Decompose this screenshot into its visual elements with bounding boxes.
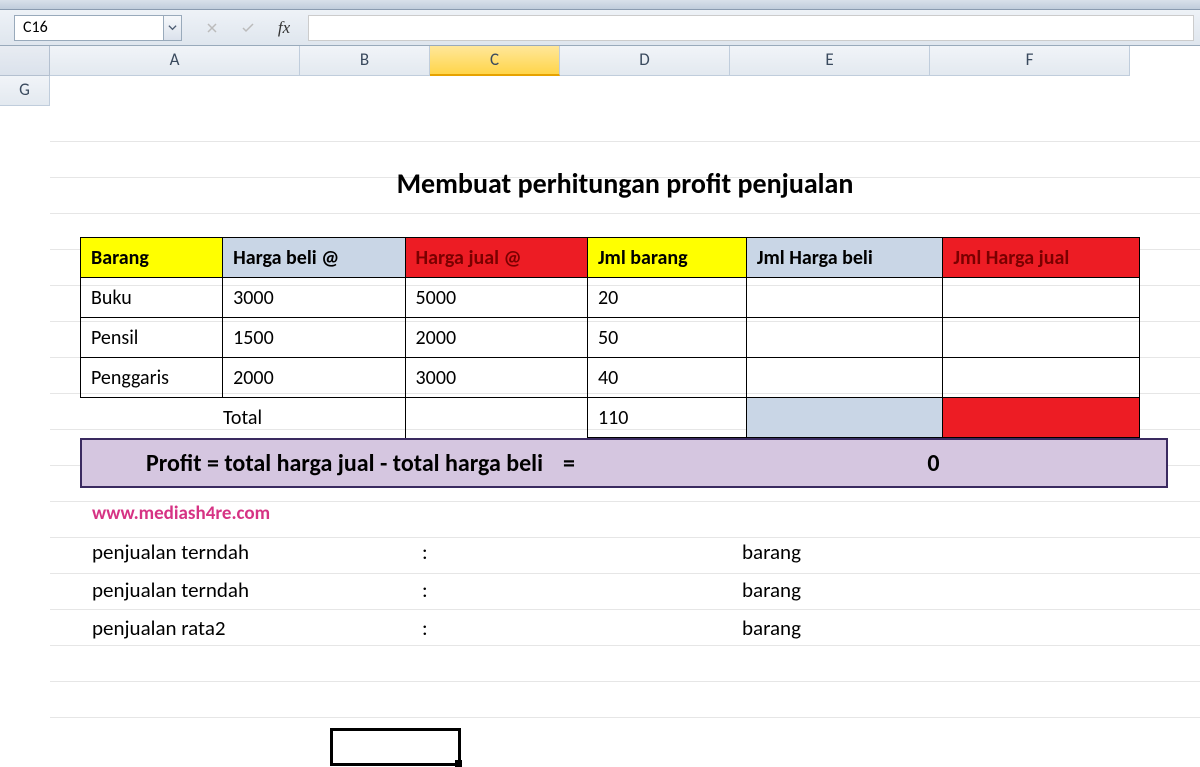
chevron-down-icon <box>168 23 177 32</box>
cell-barang[interactable]: Penggaris <box>81 358 223 398</box>
col-header-C[interactable]: C <box>430 46 560 76</box>
total-jual[interactable] <box>943 398 1140 438</box>
cell-jml-beli[interactable] <box>746 358 943 398</box>
x-icon <box>206 22 218 34</box>
confirm-button <box>234 16 262 40</box>
th-harga-beli[interactable]: Harga beli @ <box>223 238 405 278</box>
active-cell-selection[interactable] <box>330 728 461 766</box>
th-jml-harga-jual[interactable]: Jml Harga jual <box>943 238 1140 278</box>
cell-jml[interactable]: 20 <box>587 278 746 318</box>
cell-beli[interactable]: 2000 <box>223 358 405 398</box>
stats-colon[interactable]: : <box>422 577 452 603</box>
name-box-dropdown[interactable] <box>164 15 182 41</box>
column-headers: A B C D E F G <box>0 46 1200 106</box>
cell-beli[interactable]: 1500 <box>223 318 405 358</box>
th-jml-barang[interactable]: Jml barang <box>587 238 746 278</box>
th-jml-harga-beli[interactable]: Jml Harga beli <box>746 238 943 278</box>
th-harga-jual[interactable]: Harga jual @ <box>405 238 587 278</box>
col-header-B[interactable]: B <box>300 46 430 76</box>
insert-function-button[interactable]: fx <box>270 16 298 40</box>
cell-jml-jual[interactable] <box>943 278 1140 318</box>
total-beli[interactable] <box>746 398 943 438</box>
page-title: Membuat perhitungan profit penjualan <box>100 166 1150 201</box>
cell-beli[interactable]: 3000 <box>223 278 405 318</box>
cancel-button <box>198 16 226 40</box>
worksheet-grid[interactable]: Membuat perhitungan profit penjualan Bar… <box>50 106 1200 750</box>
stats-row: penjualan terndah : barang <box>92 571 1200 609</box>
cell-jual[interactable]: 2000 <box>405 318 587 358</box>
data-table: Barang Harga beli @ Harga jual @ Jml bar… <box>80 237 1140 438</box>
name-box[interactable]: C16 <box>14 15 164 41</box>
check-icon <box>241 22 255 34</box>
col-header-F[interactable]: F <box>930 46 1130 76</box>
table-row: Pensil 1500 2000 50 <box>81 318 1140 358</box>
profit-row[interactable]: Profit = total harga jual - total harga … <box>80 438 1168 488</box>
cell-barang[interactable]: Pensil <box>81 318 223 358</box>
stats-colon[interactable]: : <box>422 539 452 565</box>
table-row: Buku 3000 5000 20 <box>81 278 1140 318</box>
stats-colon[interactable]: : <box>422 615 452 641</box>
stats-row: penjualan terndah : barang <box>92 533 1200 571</box>
total-label[interactable]: Total <box>81 398 406 438</box>
stats-label[interactable]: penjualan terndah <box>92 539 422 565</box>
th-barang[interactable]: Barang <box>81 238 223 278</box>
stats-label[interactable]: penjualan terndah <box>92 577 422 603</box>
total-row: Total 110 <box>81 398 1140 438</box>
stats-unit[interactable]: barang <box>742 615 942 641</box>
cell-jml-jual[interactable] <box>943 358 1140 398</box>
stats-unit[interactable]: barang <box>742 577 942 603</box>
table-row: Penggaris 2000 3000 40 <box>81 358 1140 398</box>
stats-unit[interactable]: barang <box>742 539 942 565</box>
total-jml[interactable]: 110 <box>587 398 746 438</box>
col-header-E[interactable]: E <box>730 46 930 76</box>
profit-value: 0 <box>595 449 1152 478</box>
cell-jml[interactable]: 40 <box>587 358 746 398</box>
profit-equals: = <box>543 449 595 478</box>
row-headers <box>0 106 50 750</box>
cell-jml[interactable]: 50 <box>587 318 746 358</box>
link-text[interactable]: www.mediash4re.com <box>92 502 1200 525</box>
cell-jual[interactable]: 5000 <box>405 278 587 318</box>
stats-row: penjualan rata2 : barang <box>92 609 1200 647</box>
cell-barang[interactable]: Buku <box>81 278 223 318</box>
select-all-corner[interactable] <box>0 46 50 76</box>
cell-jml-jual[interactable] <box>943 318 1140 358</box>
col-header-D[interactable]: D <box>560 46 730 76</box>
stats-label[interactable]: penjualan rata2 <box>92 615 422 641</box>
col-header-G[interactable]: G <box>0 76 50 106</box>
stats-block: penjualan terndah : barang penjualan ter… <box>92 533 1200 647</box>
table-header-row: Barang Harga beli @ Harga jual @ Jml bar… <box>81 238 1140 278</box>
formula-bar: C16 fx <box>0 10 1200 46</box>
cell-jml-beli[interactable] <box>746 318 943 358</box>
profit-label: Profit = total harga jual - total harga … <box>96 449 543 478</box>
cell-jml-beli[interactable] <box>746 278 943 318</box>
cell-jual[interactable]: 3000 <box>405 358 587 398</box>
formula-input[interactable] <box>308 15 1194 41</box>
col-header-A[interactable]: A <box>50 46 300 76</box>
ribbon-edge <box>0 0 1200 10</box>
cell-empty[interactable] <box>405 398 587 438</box>
